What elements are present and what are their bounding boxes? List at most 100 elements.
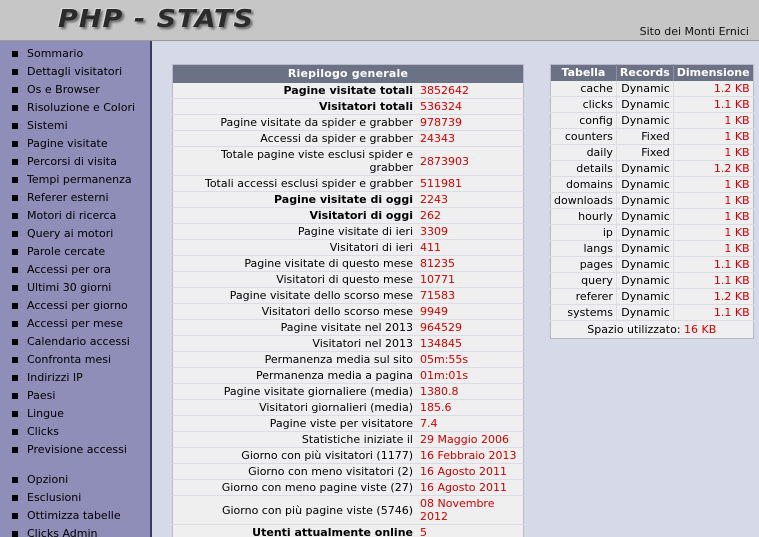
sidebar-item-label: Confronta mesi [27, 353, 112, 366]
summary-row: Visitatori di oggi 262 [172, 207, 524, 224]
db-table-row: config Dynamic 1 KB [550, 112, 754, 129]
bullet-icon [12, 231, 18, 237]
bullet-icon [12, 495, 18, 501]
summary-row-value: 29 Maggio 2006 [416, 431, 524, 448]
db-table-records: Dynamic [616, 256, 674, 273]
sidebar-item-risoluzione-e-colori[interactable]: Risoluzione e Colori [0, 99, 150, 117]
db-table-row: downloads Dynamic 1 KB [550, 192, 754, 209]
db-table-row: systems Dynamic 1.1 KB [550, 304, 754, 321]
summary-row: Pagine visitate giornaliere (media) 1380.… [172, 383, 524, 400]
summary-row-value: 411 [416, 239, 524, 256]
db-table-size: 1 KB [673, 224, 754, 241]
sidebar-item-label: Sistemi [27, 119, 68, 132]
summary-row: Totali accessi esclusi spider e grabber 5… [172, 175, 524, 192]
sidebar-item-label: Parole cercate [27, 245, 106, 258]
sidebar-item-accessi-per-ora[interactable]: Accessi per ora [0, 261, 150, 279]
sidebar-item-previsione-accessi[interactable]: Previsione accessi [0, 441, 150, 459]
sidebar-item-os-e-browser[interactable]: Os e Browser [0, 81, 150, 99]
sidebar-item-esclusioni[interactable]: Esclusioni [0, 489, 150, 507]
summary-row: Visitatori giornalieri (media) 185.6 [172, 399, 524, 416]
summary-row-label: Pagine visitate di oggi [172, 191, 416, 208]
bullet-icon [12, 321, 18, 327]
bullet-icon [12, 375, 18, 381]
db-table-records: Dynamic [616, 272, 674, 289]
bullet-icon [12, 357, 18, 363]
sidebar-item-parole-cercate[interactable]: Parole cercate [0, 243, 150, 261]
summary-row-value: 24343 [416, 130, 524, 147]
summary-row-value: 3852642 [416, 83, 524, 99]
summary-table-title: Riepilogo generale [172, 64, 524, 83]
summary-row: Accessi da spider e grabber 24343 [172, 130, 524, 147]
summary-row-label: Giorno con più visitatori (1177) [172, 447, 416, 464]
summary-row-value: 3309 [416, 223, 524, 240]
db-tables-table: Tabella Records Dimensione cache Dynamic 1.2… [550, 64, 754, 339]
summary-row: Pagine visitate nel 2013 964529 [172, 319, 524, 336]
summary-row-value: 134845 [416, 335, 524, 352]
db-table-name: langs [550, 240, 617, 257]
summary-row-value: 16 Agosto 2011 [416, 479, 524, 496]
summary-row-label: Pagine visitate di ieri [172, 223, 416, 240]
sidebar-nav: Sommario Dettagli visitatori Os e Browser R… [0, 41, 152, 537]
db-tables-header-tabella: Tabella [550, 64, 617, 81]
db-table-size: 1 KB [673, 112, 754, 129]
summary-row-label: Pagine viste per visitatore [172, 415, 416, 432]
space-used-label: Spazio utilizzato: [587, 323, 681, 336]
db-table-records: Dynamic [616, 288, 674, 305]
db-table-name: systems [550, 304, 617, 321]
bullet-icon [12, 531, 18, 537]
sidebar-item-clicks[interactable]: Clicks [0, 423, 150, 441]
sidebar-item-accessi-per-giorno[interactable]: Accessi per giorno [0, 297, 150, 315]
summary-row: Pagine visitate di oggi 2243 [172, 191, 524, 208]
sidebar-item-calendario-accessi[interactable]: Calendario accessi [0, 333, 150, 351]
db-table-size: 1.2 KB [673, 160, 754, 177]
sidebar-item-ultimi-30-giorni[interactable]: Ultimi 30 giorni [0, 279, 150, 297]
sidebar-item-query-ai-motori[interactable]: Query ai motori [0, 225, 150, 243]
db-table-size: 1 KB [673, 128, 754, 145]
summary-row: Utenti attualmente online 5 [172, 524, 524, 537]
sidebar-item-confronta-mesi[interactable]: Confronta mesi [0, 351, 150, 369]
db-tables-header-records: Records [616, 64, 674, 81]
sidebar-item-accessi-per-mese[interactable]: Accessi per mese [0, 315, 150, 333]
sidebar-item-opzioni[interactable]: Opzioni [0, 471, 150, 489]
sidebar-item-indirizzi-ip[interactable]: Indirizzi IP [0, 369, 150, 387]
sidebar-item-sistemi[interactable]: Sistemi [0, 117, 150, 135]
summary-table: Riepilogo generale Pagine visitate total… [172, 64, 524, 537]
sidebar-item-tempi-permanenza[interactable]: Tempi permanenza [0, 171, 150, 189]
summary-row-value: 71583 [416, 287, 524, 304]
sidebar-item-lingue[interactable]: Lingue [0, 405, 150, 423]
summary-row: Pagine visitate totali 3852642 [172, 83, 524, 99]
sidebar-item-clicks-admin[interactable]: Clicks Admin [0, 525, 150, 537]
sidebar-item-motori-di-ricerca[interactable]: Motori di ricerca [0, 207, 150, 225]
sidebar-item-sommario[interactable]: Sommario [0, 45, 150, 63]
sidebar-item-percorsi-di-visita[interactable]: Percorsi di visita [0, 153, 150, 171]
summary-row-value: 262 [416, 207, 524, 224]
db-table-size: 1.2 KB [673, 288, 754, 305]
summary-row-label: Pagine visitate dello scorso mese [172, 287, 416, 304]
summary-table-body: Pagine visitate totali 3852642 Visitatori … [172, 83, 524, 537]
sidebar-item-label: Risoluzione e Colori [27, 101, 136, 114]
bullet-icon [12, 69, 18, 75]
sidebar-item-label: Ultimi 30 giorni [27, 281, 112, 294]
db-table-name: cache [550, 81, 617, 97]
summary-panel: Riepilogo generale Pagine visitate total… [172, 64, 524, 537]
sidebar-item-referer-esterni[interactable]: Referer esterni [0, 189, 150, 207]
sidebar-item-label: Referer esterni [27, 191, 109, 204]
summary-row-value: 536324 [416, 98, 524, 115]
sidebar-item-label: Indirizzi IP [27, 371, 83, 384]
bullet-icon [12, 303, 18, 309]
summary-row-value: 01m:01s [416, 367, 524, 384]
bullet-icon [12, 249, 18, 255]
sidebar-item-label: Sommario [27, 47, 84, 60]
db-table-size: 1 KB [673, 240, 754, 257]
summary-row-label: Visitatori nel 2013 [172, 335, 416, 352]
db-table-name: pages [550, 256, 617, 273]
summary-row: Pagine visitate da spider e grabber 97873… [172, 114, 524, 131]
summary-row-label: Visitatori giornalieri (media) [172, 399, 416, 416]
sidebar-item-label: Calendario accessi [27, 335, 130, 348]
db-table-name: counters [550, 128, 617, 145]
sidebar-item-dettagli-visitatori[interactable]: Dettagli visitatori [0, 63, 150, 81]
summary-row-value: 964529 [416, 319, 524, 336]
sidebar-item-ottimizza-tabelle[interactable]: Ottimizza tabelle [0, 507, 150, 525]
sidebar-item-pagine-visitate[interactable]: Pagine visitate [0, 135, 150, 153]
sidebar-item-paesi[interactable]: Paesi [0, 387, 150, 405]
